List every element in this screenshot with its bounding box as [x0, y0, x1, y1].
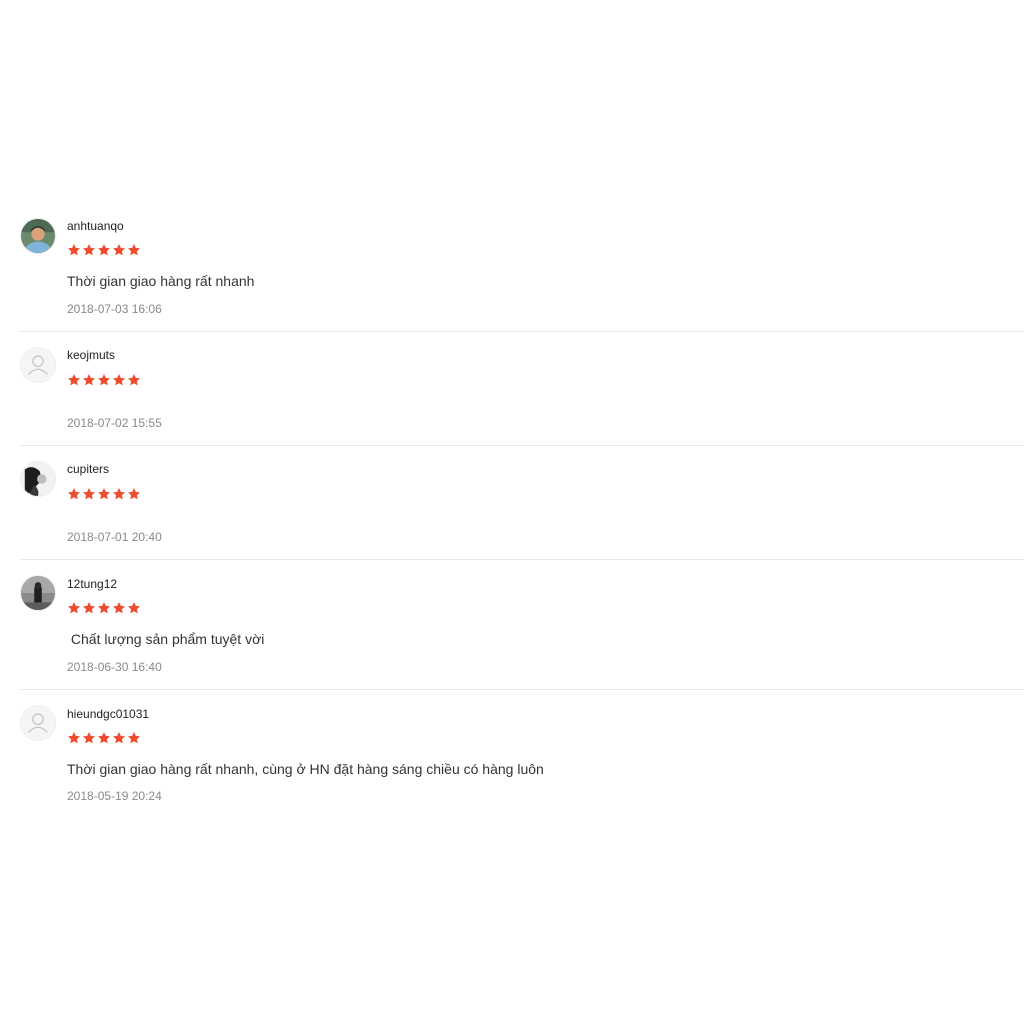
- star-icon: [112, 373, 126, 387]
- star-icon: [67, 487, 81, 501]
- review-item: anhtuanqo Thời gian giao hàng rất nhanh …: [20, 0, 1024, 332]
- star-icon: [112, 731, 126, 745]
- star-icon: [67, 731, 81, 745]
- star-icon: [97, 731, 111, 745]
- star-icon: [82, 487, 96, 501]
- review-comment: Thời gian giao hàng rất nhanh, cùng ở HN…: [67, 761, 544, 777]
- star-icon: [67, 601, 81, 615]
- star-rating: [67, 601, 141, 615]
- review-timestamp: 2018-07-03 16:06: [67, 302, 162, 316]
- review-item: cupiters 2018-07-01 20:40: [20, 446, 1024, 560]
- star-rating: [67, 373, 141, 387]
- star-icon: [97, 373, 111, 387]
- review-timestamp: 2018-07-02 15:55: [67, 416, 162, 430]
- review-timestamp: 2018-06-30 16:40: [67, 660, 162, 674]
- star-icon: [127, 243, 141, 257]
- reviewer-name[interactable]: anhtuanqo: [67, 219, 124, 233]
- reviewer-name[interactable]: hieundgc01031: [67, 707, 149, 721]
- star-icon: [82, 243, 96, 257]
- reviewer-name[interactable]: 12tung12: [67, 577, 117, 591]
- star-icon: [127, 731, 141, 745]
- star-icon: [127, 487, 141, 501]
- star-rating: [67, 487, 141, 501]
- star-rating: [67, 731, 141, 745]
- review-comment: Thời gian giao hàng rất nhanh: [67, 273, 255, 289]
- user-avatar-icon[interactable]: [20, 575, 56, 611]
- star-icon: [82, 601, 96, 615]
- default-user-icon[interactable]: [20, 705, 56, 741]
- star-icon: [67, 373, 81, 387]
- star-icon: [67, 243, 81, 257]
- user-avatar-icon[interactable]: [20, 218, 56, 254]
- star-icon: [127, 373, 141, 387]
- star-icon: [112, 601, 126, 615]
- review-item: hieundgc01031 Thời gian giao hàng rất nh…: [20, 690, 1024, 820]
- star-icon: [97, 487, 111, 501]
- reviewer-name[interactable]: keojmuts: [67, 348, 115, 362]
- star-icon: [97, 601, 111, 615]
- default-user-icon[interactable]: [20, 347, 56, 383]
- star-icon: [82, 373, 96, 387]
- reviewer-name[interactable]: cupiters: [67, 462, 109, 476]
- star-icon: [127, 601, 141, 615]
- review-item: 12tung12 Chất lượng sản phẩm tuyệt vời 2…: [20, 560, 1024, 690]
- review-comment: Chất lượng sản phẩm tuyệt vời: [67, 631, 265, 647]
- star-icon: [97, 243, 111, 257]
- review-item: keojmuts 2018-07-02 15:55: [20, 332, 1024, 446]
- review-timestamp: 2018-07-01 20:40: [67, 530, 162, 544]
- user-avatar-icon[interactable]: [20, 461, 56, 497]
- star-icon: [112, 487, 126, 501]
- star-icon: [82, 731, 96, 745]
- star-icon: [112, 243, 126, 257]
- star-rating: [67, 243, 141, 257]
- review-timestamp: 2018-05-19 20:24: [67, 789, 162, 803]
